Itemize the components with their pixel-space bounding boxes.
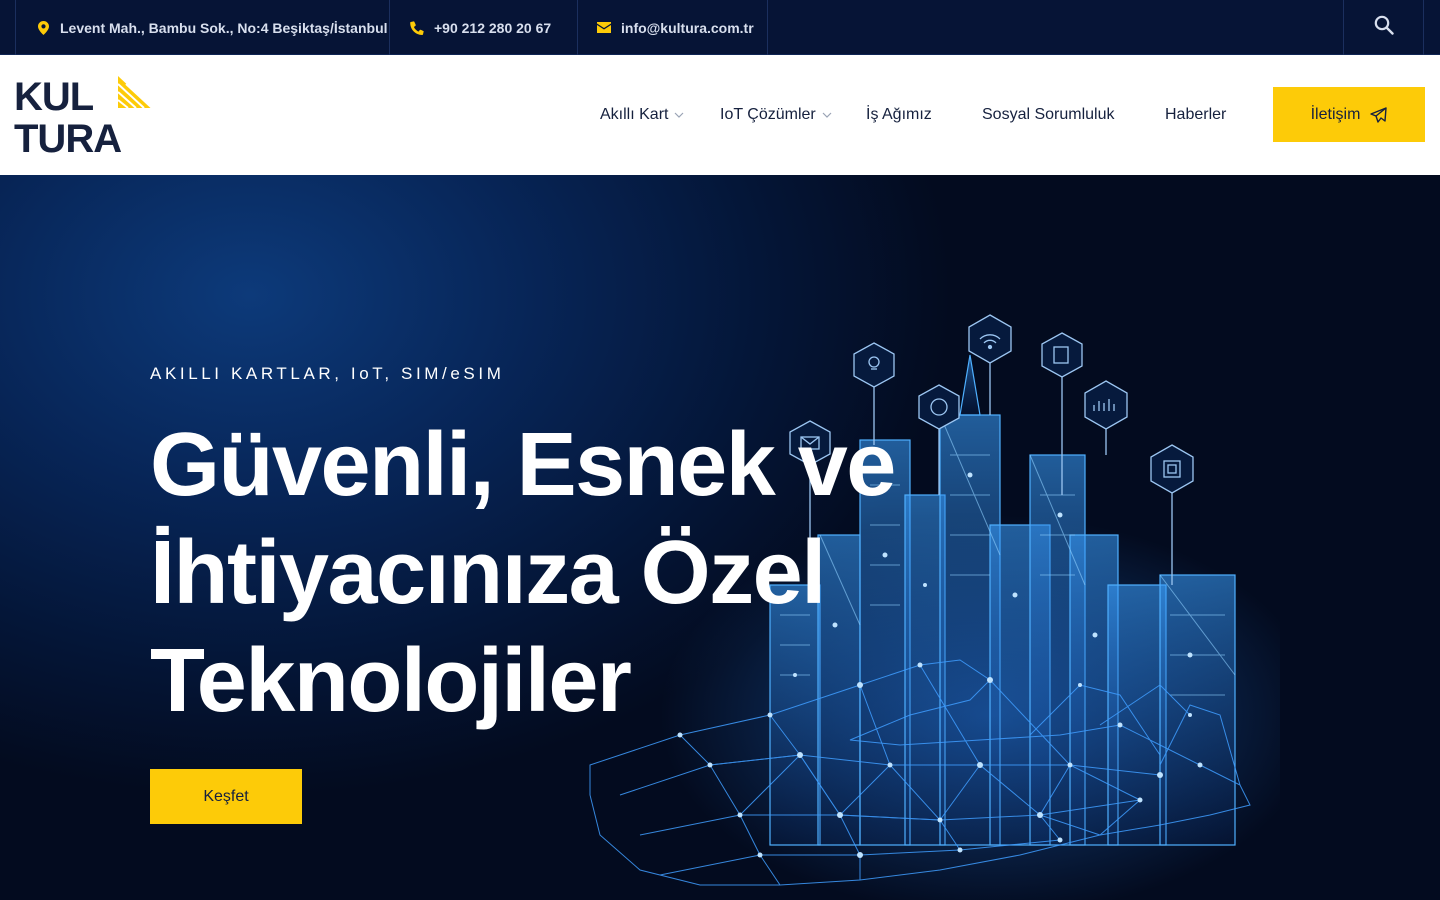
hero-section: AKILLI KARTLAR, IoT, SIM/eSIM Güvenli, E…: [0, 175, 1440, 900]
hero-title-line: Güvenli, Esnek ve: [150, 415, 896, 515]
top-bar-divider: [389, 0, 390, 55]
nav-item-akilli-kart[interactable]: Akıllı Kart: [600, 55, 684, 175]
chevron-down-icon: [674, 110, 684, 120]
search-button[interactable]: [1343, 0, 1424, 55]
contact-button-label: İletişim: [1310, 105, 1361, 123]
top-bar-divider: [577, 0, 578, 55]
nav-item-label: Akıllı Kart: [600, 106, 669, 123]
top-bar-divider: [15, 0, 16, 55]
email-text: info@kultura.com.tr: [621, 19, 754, 36]
phone-text: +90 212 280 20 67: [434, 19, 552, 36]
hero-eyebrow: AKILLI KARTLAR, IoT, SIM/eSIM: [150, 364, 505, 383]
hero-title-line: İhtiyacınıza Özel: [150, 523, 826, 623]
nav-item-label: Sosyal Sorumluluk: [982, 106, 1115, 123]
address-info: Levent Mah., Bambu Sok., No:4 Beşiktaş/İ…: [36, 0, 388, 55]
email-info[interactable]: info@kultura.com.tr: [597, 0, 754, 55]
logo-line-1: KUL: [14, 76, 94, 119]
logo-line-2: TURA: [14, 117, 121, 154]
phone-info[interactable]: +90 212 280 20 67: [410, 0, 551, 55]
top-bar: Levent Mah., Bambu Sok., No:4 Beşiktaş/İ…: [0, 0, 1440, 55]
nav-item-label: Haberler: [1165, 106, 1227, 123]
main-header: KUL TURA Akıllı Kart IoT Çözümler İş Ağı…: [0, 55, 1440, 175]
nav-item-is-agimiz[interactable]: İş Ağımız: [866, 55, 932, 175]
chevron-down-icon: [822, 110, 832, 120]
map-pin-icon: [36, 20, 50, 35]
kultura-logo[interactable]: KUL TURA: [14, 75, 156, 161]
contact-button[interactable]: İletişim: [1273, 87, 1425, 142]
top-bar-divider: [767, 0, 768, 55]
nav-item-label: İş Ağımız: [866, 106, 932, 123]
address-text: Levent Mah., Bambu Sok., No:4 Beşiktaş/İ…: [60, 19, 388, 36]
paper-plane-icon: [1370, 106, 1388, 123]
envelope-icon: [597, 21, 611, 35]
search-icon: [1374, 15, 1394, 40]
nav-item-iot-cozumler[interactable]: IoT Çözümler: [720, 55, 832, 175]
nav-item-label: IoT Çözümler: [720, 106, 816, 123]
explore-button[interactable]: Keşfet: [150, 769, 302, 824]
hero-title-line: Teknolojiler: [150, 631, 632, 731]
phone-icon: [410, 20, 424, 35]
nav-item-haberler[interactable]: Haberler: [1165, 55, 1226, 175]
hero-title: Güvenli, Esnek ve İhtiyacınıza Özel Tekn…: [150, 411, 910, 735]
logo-mark: [117, 76, 153, 109]
nav-item-sosyal-sorumluluk[interactable]: Sosyal Sorumluluk: [982, 55, 1115, 175]
